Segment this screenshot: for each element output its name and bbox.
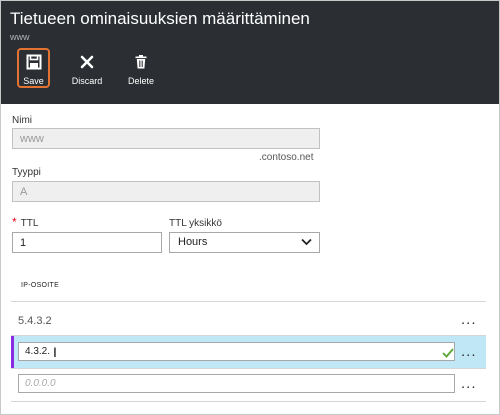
blade-header: Tietueen ominaisuuksien määrittäminen ww… — [1, 1, 499, 104]
required-mark: * — [12, 215, 17, 229]
row-more-button[interactable]: ... — [461, 376, 477, 391]
blade-title: Tietueen ominaisuuksien määrittäminen — [10, 9, 310, 28]
type-label: Tyyppi — [12, 167, 41, 178]
ip-address-input[interactable] — [18, 342, 455, 361]
row-divider — [11, 401, 486, 402]
row-divider — [11, 368, 486, 369]
delete-label: Delete — [127, 76, 154, 86]
save-label: Save — [23, 76, 44, 86]
trash-icon — [135, 52, 147, 72]
blade-subtitle: www — [10, 32, 30, 42]
discard-button[interactable]: Discard — [68, 48, 106, 88]
checkmark-icon — [442, 345, 454, 363]
ttl-unit-select[interactable]: Hours — [169, 232, 320, 253]
chevron-down-icon — [301, 237, 312, 249]
new-ip-input[interactable] — [18, 374, 455, 393]
blade-frame: Tietueen ominaisuuksien määrittäminen ww… — [0, 0, 500, 415]
save-icon — [26, 52, 42, 72]
ttl-unit-value: Hours — [178, 236, 208, 248]
text-cursor: I — [53, 344, 57, 360]
ttl-unit-label: TTL yksikkö — [169, 218, 222, 229]
name-field[interactable] — [12, 128, 320, 149]
type-field[interactable] — [12, 181, 320, 202]
ttl-label: * TTL — [12, 215, 38, 229]
save-button[interactable]: Save — [17, 48, 50, 88]
row-more-button[interactable]: ... — [461, 312, 477, 327]
ip-column-header: IP-OSOITE — [21, 282, 60, 289]
table-divider — [11, 301, 486, 302]
discard-label: Discard — [71, 76, 103, 86]
row-accent-bar — [11, 336, 14, 368]
ttl-input[interactable] — [12, 232, 162, 253]
row-more-button[interactable]: ... — [461, 344, 477, 359]
name-label: Nimi — [12, 115, 32, 126]
ttl-label-text: TTL — [20, 218, 39, 229]
delete-button[interactable]: Delete — [124, 48, 158, 88]
ip-row-value: 5.4.3.2 — [18, 315, 52, 327]
close-icon — [80, 52, 94, 72]
domain-suffix: .contoso.net — [259, 152, 314, 163]
